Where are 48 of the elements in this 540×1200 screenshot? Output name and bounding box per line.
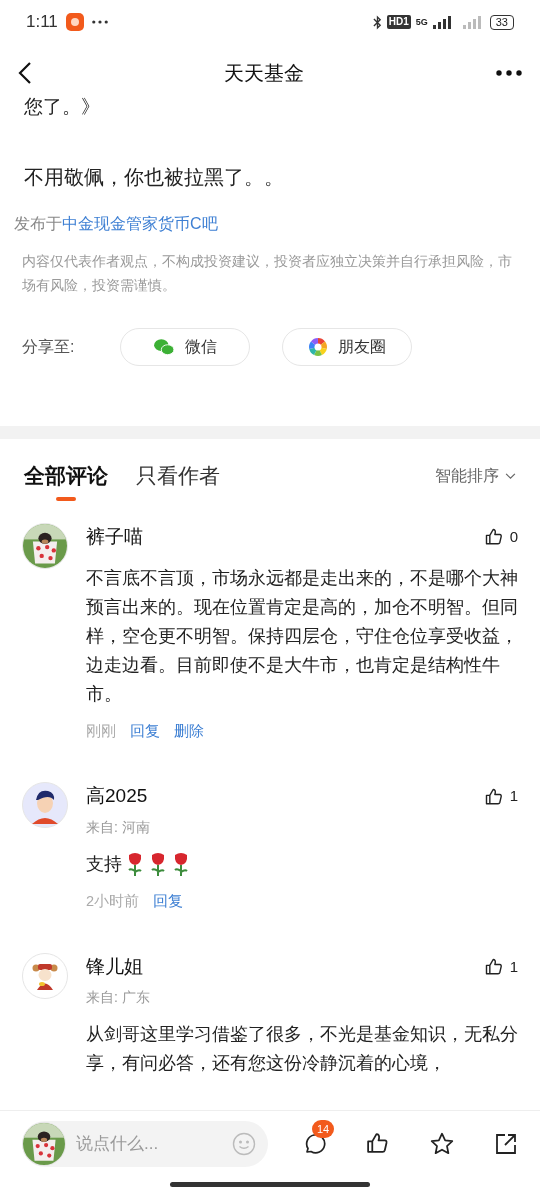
comment-field[interactable]: 说点什么... [22,1120,268,1167]
post-text: 不用敬佩，你也被拉黑了。。 [24,165,285,190]
more-icon [91,20,108,24]
timestamp: 2小时前 [86,891,140,911]
avatar-icon [22,952,68,999]
star-icon[interactable] [429,1130,455,1157]
tab[interactable]: 只看作者 [136,451,220,501]
aperture-icon [308,337,328,357]
disclaimer: 内容仅代表作者观点，不构成投资建议，投资者应独立决策并自行承担风险，市场有风险，投资需谨慎。 [21,253,513,295]
comment-input[interactable]: 说点什么... [76,1130,232,1157]
comment-text: 支持 [86,852,122,876]
comment-action[interactable]: 删除 [174,720,204,743]
timestamp: 刚刚 [86,721,116,741]
back-icon[interactable] [18,61,32,85]
share-icon[interactable] [494,1131,518,1156]
user-name[interactable]: 裤子喵 [86,523,143,552]
chat-bubbles-icon [153,338,175,356]
app-notification-icon [65,13,84,31]
comment-text: 不言底不言顶，市场永远都是走出来的，不是哪个大神预言出来的。现在位置肯定是高的，加仓不明智。但同样，空仓更不明智。保持四层仓，守住仓位享受收益，边走边看。目前即使不是大牛市，也肯定是结构性牛市。 [86,566,518,706]
like-count: 1 [509,786,518,807]
chevron-down-icon [505,472,516,480]
clock: 1:11 [26,11,58,34]
location: 来自: 广东 [86,988,151,1007]
user-name[interactable]: 高2025 [86,782,148,811]
tab[interactable]: 全部评论 [24,451,108,501]
thumbs-up-icon[interactable] [483,786,504,807]
like-count: 1 [509,956,518,977]
comment-text: 从剑哥这里学习借鉴了很多，不光是基金知识，无私分享，有问必答，还有您这份冷静沉着的心境， [86,1023,518,1075]
post-text: 您了。》 [24,96,101,118]
hd-badge: HD1 [386,15,411,29]
avatar-icon [22,782,68,829]
user-name[interactable]: 锋儿姐 [86,952,143,981]
bluetooth-icon [372,14,382,30]
page-title: 天天基金 [224,61,304,86]
thumbs-up-icon[interactable] [483,956,504,977]
like-count: 0 [509,527,518,547]
location: 来自: 河南 [86,817,151,837]
sort-dropdown[interactable]: 智能排序 [435,464,516,488]
comment-action[interactable]: 回复 [153,890,184,913]
comment-action[interactable]: 回复 [130,720,160,743]
share-label: 分享至: [22,337,76,357]
forum-link[interactable]: 中金现金管家货币C吧 [62,215,218,232]
published-in: 发布于中金现金管家货币C吧 [13,214,219,234]
battery-indicator: 33 [489,14,514,30]
network-label: 5G [415,17,428,27]
comment-count-badge: 14 [312,1119,335,1138]
thumbs-up-icon[interactable] [365,1131,390,1156]
more-icon[interactable] [496,70,522,76]
